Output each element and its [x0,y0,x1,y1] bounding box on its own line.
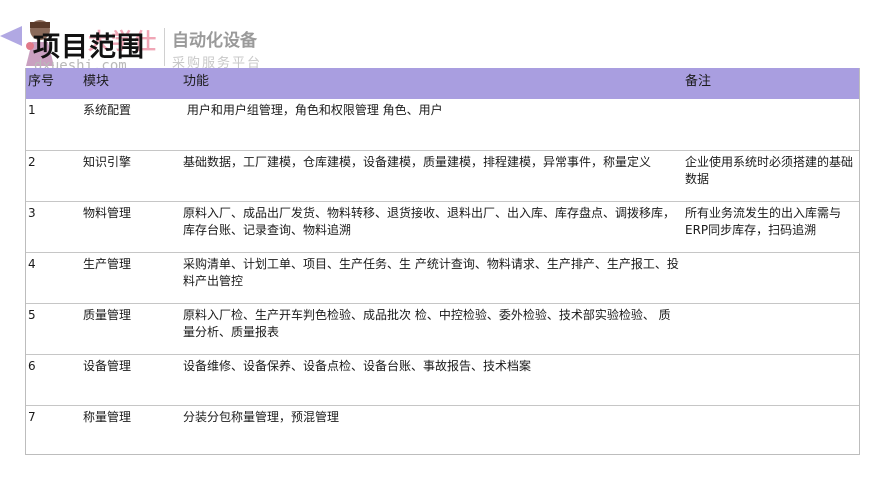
table-header-row: 序号 模块 功能 备注 [26,68,859,99]
cell-module: 知识引擎 [83,154,132,169]
header-module: 模块 [83,74,110,89]
cell-note [683,303,859,354]
table-row: 2 知识引擎 基础数据，工厂建模，仓库建模，设备建模，质量建模，排程建模，异常事… [26,150,859,201]
header-note: 备注 [685,74,712,89]
cell-module: 生产管理 [83,256,132,271]
table-row: 3 物料管理 原料入厂、成品出厂发货、物料转移、退货接收、退料出厂、出入库、库存… [26,201,859,252]
cell-no: 1 [28,103,36,117]
cell-function: 采购清单、计划工单、项目、生产任务、生 产统计查询、物料请求、生产排产、生产报工… [183,256,679,288]
scope-table-container: 序号 模块 功能 备注 1 系统配置 用户和用户组管理，角色和权限管理 角色、用… [25,68,860,455]
scope-table: 序号 模块 功能 备注 1 系统配置 用户和用户组管理，角色和权限管理 角色、用… [26,68,859,456]
cell-note: 所有业务流发生的出入库需与ERP同步库存，扫码追溯 [685,205,842,237]
cell-module: 物料管理 [83,205,132,220]
table-row: 7 称量管理 分装分包称量管理，预混管理 [26,405,859,456]
cell-function: 原料入厂、成品出厂发货、物料转移、退货接收、退料出厂、出入库、库存盘点、调拨移库… [183,205,676,237]
cell-module: 系统配置 [83,103,132,117]
cell-function: 设备维修、设备保养、设备点检、设备台账、事故报告、技术档案 [183,358,532,373]
cell-function: 基础数据，工厂建模，仓库建模，设备建模，质量建模，排程建模，异常事件，称量定义 [183,154,652,169]
cell-no: 4 [28,256,36,271]
cell-function: 原料入厂检、生产开车判色检验、成品批次 检、中控检验、委外检验、技术部实验检验、… [183,307,671,339]
cell-no: 5 [28,307,36,322]
cell-note [683,354,859,405]
table-row: 5 质量管理 原料入厂检、生产开车判色检验、成品批次 检、中控检验、委外检验、技… [26,303,859,354]
cell-note: 企业使用系统时必须搭建的基础数据 [685,154,854,186]
cell-module: 设备管理 [83,358,132,373]
table-row: 1 系统配置 用户和用户组管理，角色和权限管理 角色、用户 [26,99,859,150]
cell-no: 2 [28,154,36,169]
cell-no: 7 [28,409,36,424]
cell-module: 质量管理 [83,307,132,322]
cell-note [683,99,859,150]
cell-function: 分装分包称量管理，预混管理 [183,409,340,424]
cell-no: 3 [28,205,36,220]
header-no: 序号 [28,74,55,89]
page-title: 项目范围 [33,32,145,63]
logo-divider [164,28,165,66]
cell-note [683,252,859,303]
table-row: 4 生产管理 采购清单、计划工单、项目、生产任务、生 产统计查询、物料请求、生产… [26,252,859,303]
table-row: 6 设备管理 设备维修、设备保养、设备点检、设备台账、事故报告、技术档案 [26,354,859,405]
header-function: 功能 [183,74,210,89]
cell-no: 6 [28,358,36,373]
logo-tagline-1: 自动化设备 [172,31,257,51]
cell-note [683,405,859,456]
cell-module: 称量管理 [83,409,132,424]
cell-function: 用户和用户组管理，角色和权限管理 角色、用户 [183,103,443,117]
